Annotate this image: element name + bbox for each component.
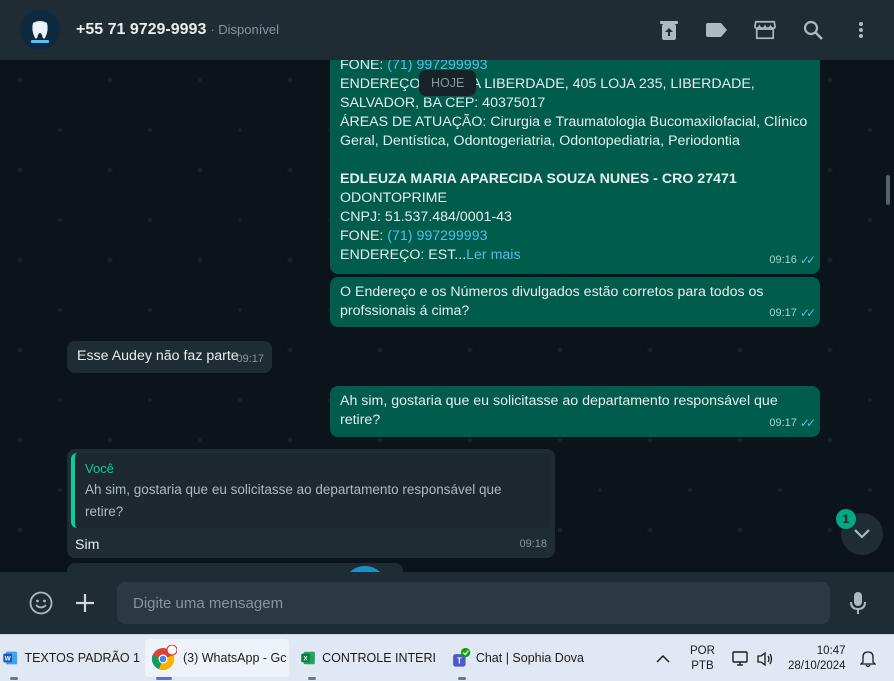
store-icon[interactable]	[754, 19, 776, 41]
keyboard-layout: PTB	[691, 659, 714, 672]
running-indicator	[10, 677, 18, 680]
message-input[interactable]	[117, 582, 830, 624]
chat-header: +55 71 9729-9993 · Disponível	[0, 0, 894, 60]
double-check-icon: ✓✓	[799, 416, 816, 430]
message-line: ENDEREÇO: RUA DA LIBERDADE, 405 LOJA 235…	[340, 76, 755, 92]
message-line: profssionais á cima?	[340, 303, 470, 319]
message-bubble-outgoing[interactable]: Ah sim, gostaria que eu solicitasse ao d…	[330, 386, 820, 437]
contact-info[interactable]: +55 71 9729-9993 · Disponível	[76, 21, 279, 39]
read-more-link[interactable]: Ler mais	[466, 247, 520, 263]
volume-icon[interactable]	[756, 635, 774, 681]
search-icon[interactable]	[802, 19, 824, 41]
active-indicator	[156, 677, 172, 680]
show-hidden-icons-chevron-icon[interactable]	[656, 635, 670, 681]
message-line: ENDEREÇO: EST...Ler mais	[340, 247, 521, 263]
message-meta: 09:18	[519, 535, 547, 554]
tooth-logo-icon	[20, 10, 60, 50]
taskbar-app-label: (3) WhatsApp - Gc	[183, 651, 287, 665]
message-line: Ah sim, gostaria que eu solicitasse ao d…	[340, 393, 778, 409]
emoji-icon[interactable]	[28, 590, 54, 616]
chevron-down-icon	[854, 529, 870, 539]
svg-text:W: W	[5, 656, 11, 663]
message-bubble-incoming-reply[interactable]: Você Ah sim, gostaria que eu solicitasse…	[67, 449, 555, 558]
message-text: Sim	[75, 537, 100, 553]
network-icon[interactable]	[732, 635, 750, 681]
contact-avatar[interactable]	[20, 10, 60, 50]
message-composer	[0, 572, 894, 634]
quote-line: retire?	[85, 504, 124, 519]
message-meta: 09:17 ✓✓	[769, 304, 816, 323]
quote-line: Ah sim, gostaria que eu solicitasse ao d…	[85, 482, 502, 497]
message-bubble-incoming[interactable]: Esse Audey não faz parte 09:17	[67, 341, 272, 373]
message-line: O Endereço e os Números divulgados estão…	[340, 284, 764, 300]
message-time: 09:16	[769, 254, 797, 266]
message-line: Geral, Dentística, Odontogeriatria, Odon…	[340, 133, 740, 149]
scrollbar-thumb[interactable]	[886, 175, 890, 205]
word-icon: W	[3, 651, 18, 665]
taskbar-app-label: TEXTOS PADRÃO 1	[24, 651, 140, 665]
message-time: 09:17	[769, 307, 797, 319]
excel-icon: X	[301, 651, 315, 665]
phone-link[interactable]: (71) 997299993	[387, 228, 487, 244]
archive-icon[interactable]	[658, 19, 680, 41]
clock-time: 10:47	[816, 644, 846, 657]
conversation-panel[interactable]: FONE: (71) 997299993 ENDEREÇO: RUA DA LI…	[0, 60, 894, 572]
double-check-icon: ✓✓	[799, 253, 816, 267]
notification-bell-icon[interactable]	[860, 635, 876, 681]
taskbar-app-excel[interactable]: X CONTROLE INTERI	[298, 639, 436, 677]
date-divider: HOJE	[419, 70, 477, 96]
contact-status: · Disponível	[210, 22, 279, 37]
menu-icon[interactable]	[850, 19, 872, 41]
message-bubble-outgoing[interactable]: O Endereço e os Números divulgados estão…	[330, 277, 820, 327]
message-meta: 09:16 ✓✓	[769, 251, 816, 270]
double-check-icon: ✓✓	[799, 306, 816, 320]
language-indicator[interactable]: POR PTB	[690, 635, 715, 681]
svg-text:T: T	[457, 656, 462, 665]
message-time: 09:17	[769, 417, 797, 429]
contact-name: +55 71 9729-9993	[76, 21, 207, 38]
teams-icon: T	[453, 647, 471, 667]
system-clock[interactable]: 10:47 28/10/2024	[788, 635, 846, 681]
clock-date: 28/10/2024	[788, 659, 846, 672]
quote-author: Você	[85, 461, 114, 476]
message-meta: 09:17 ✓✓	[769, 414, 816, 433]
microphone-icon[interactable]	[845, 590, 871, 616]
unread-count-badge: 1	[836, 509, 856, 529]
windows-taskbar: W TEXTOS PADRÃO 1 (3) WhatsApp - Gc X CO…	[0, 634, 894, 681]
message-line: ODONTOPRIME	[340, 190, 447, 206]
label-icon[interactable]	[706, 19, 728, 41]
message-line: FONE: (71) 997299993	[340, 60, 810, 75]
language-code: POR	[690, 644, 715, 657]
taskbar-app-label: CONTROLE INTERI	[322, 651, 436, 665]
message-line: CNPJ: 51.537.484/0001-43	[340, 209, 512, 225]
message-line: SALVADOR, BA CEP: 40375017	[340, 95, 546, 111]
quoted-message[interactable]: Você Ah sim, gostaria que eu solicitasse…	[71, 453, 551, 528]
message-time: 09:17	[236, 353, 264, 365]
taskbar-app-label: Chat | Sophia Dova	[475, 651, 584, 665]
message-time: 09:18	[519, 538, 547, 550]
message-line: FONE: (71) 997299993	[340, 228, 488, 244]
running-indicator	[308, 677, 316, 680]
message-meta: 09:17	[236, 350, 264, 369]
chrome-icon	[151, 645, 177, 670]
message-line: ÁREAS DE ATUAÇÃO: Cirurgia e Traumatolog…	[340, 114, 808, 130]
message-text: Esse Audey não faz parte	[77, 348, 239, 364]
message-line: EDLEUZA MARIA APARECIDA SOUZA NUNES - CR…	[340, 171, 737, 187]
taskbar-app-word[interactable]: W TEXTOS PADRÃO 1	[0, 639, 140, 677]
taskbar-app-chrome[interactable]: (3) WhatsApp - Gc	[145, 639, 289, 677]
message-bubble-outgoing[interactable]: FONE: (71) 997299993 ENDEREÇO: RUA DA LI…	[330, 60, 820, 274]
message-line: retire?	[340, 412, 381, 428]
taskbar-app-teams[interactable]: T Chat | Sophia Dova	[448, 639, 584, 677]
running-indicator	[458, 677, 466, 680]
attach-plus-icon[interactable]	[72, 590, 98, 616]
